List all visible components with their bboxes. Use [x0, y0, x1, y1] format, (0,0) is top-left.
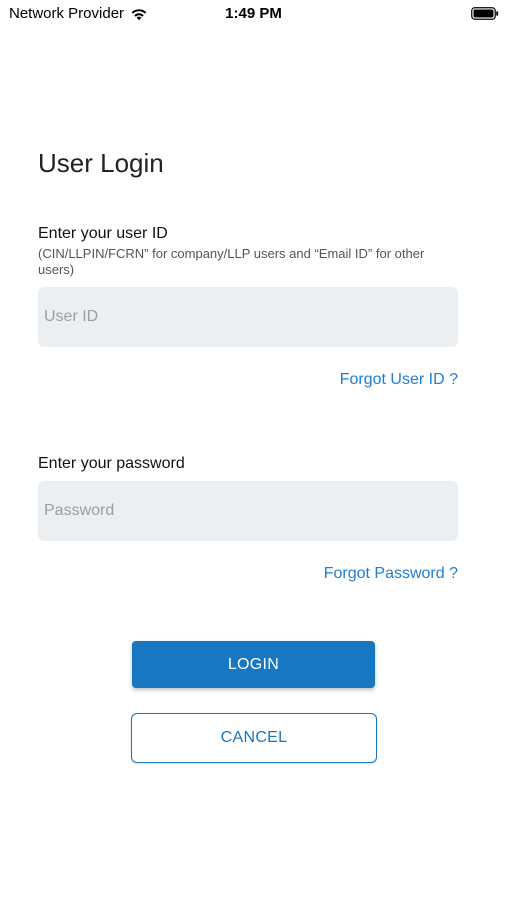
password-input[interactable] — [38, 481, 458, 541]
battery-icon — [471, 7, 499, 20]
login-button[interactable]: LOGIN — [132, 641, 375, 688]
forgot-password-link[interactable]: Forgot Password ? — [324, 565, 458, 583]
password-label: Enter your password — [38, 455, 185, 472]
status-bar: Network Provider 1:49 PM — [0, 0, 507, 28]
status-time: 1:49 PM — [225, 5, 282, 22]
userid-hint: (CIN/LLPIN/FCRN” for company/LLP users a… — [38, 246, 425, 277]
cancel-button[interactable]: CANCEL — [131, 713, 377, 763]
userid-input[interactable] — [38, 287, 458, 347]
forgot-userid-link[interactable]: Forgot User ID ? — [340, 371, 458, 389]
userid-label: Enter your user ID — [38, 225, 168, 242]
page-title: User Login — [38, 148, 164, 178]
